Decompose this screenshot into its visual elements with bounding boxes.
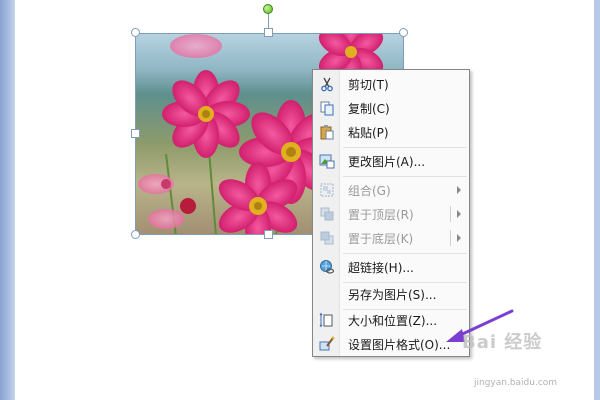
menu-separator <box>343 176 467 177</box>
menu-item-label: 大小和位置(Z)... <box>348 313 438 328</box>
submenu-arrow-icon <box>457 186 461 194</box>
menu-item-hyperlink[interactable]: 超链接(H)... <box>313 255 469 279</box>
menu-item-paste[interactable]: 粘贴(P) <box>313 120 469 144</box>
menu-item-label: 置于底层(K) <box>348 231 414 246</box>
menu-item-group[interactable]: 组合(G) <box>313 178 469 202</box>
document-left-margin <box>0 0 15 400</box>
menu-item-send-to-back[interactable]: 置于底层(K) <box>313 226 469 250</box>
format-picture-icon <box>313 332 340 356</box>
menu-item-bring-to-front[interactable]: 置于顶层(R) <box>313 202 469 226</box>
scissors-icon <box>313 72 340 96</box>
submenu-arrow-icon <box>457 234 461 242</box>
watermark-logo: Bai 经验 <box>462 332 543 353</box>
resize-handle-top[interactable] <box>264 28 273 37</box>
resize-handle-top-left[interactable] <box>131 28 140 37</box>
menu-item-cut[interactable]: 剪切(T) <box>313 72 469 96</box>
menu-item-label: 组合(G) <box>348 183 391 198</box>
menu-separator <box>343 253 467 254</box>
menu-item-label: 超链接(H)... <box>348 260 414 275</box>
menu-item-label: 置于顶层(R) <box>348 207 414 222</box>
copy-icon <box>313 96 340 120</box>
send-to-back-icon <box>313 226 340 250</box>
menu-item-label: 复制(C) <box>348 101 390 116</box>
watermark-url: jingyan.baidu.com <box>474 378 558 388</box>
split-divider <box>450 206 451 222</box>
split-divider <box>450 230 451 246</box>
resize-handle-left[interactable] <box>131 129 140 138</box>
menu-separator <box>343 147 467 148</box>
submenu-arrow-icon <box>457 210 461 218</box>
menu-item-save-as-picture[interactable]: 另存为图片(S)... <box>313 282 469 306</box>
rotate-handle[interactable] <box>263 4 273 14</box>
group-icon <box>313 178 340 202</box>
document-right-margin <box>594 0 600 400</box>
resize-handle-bottom[interactable] <box>264 230 273 239</box>
size-position-icon <box>313 308 340 332</box>
menu-item-label: 更改图片(A)... <box>348 154 426 169</box>
menu-item-change-picture[interactable]: 更改图片(A)... <box>313 149 469 173</box>
resize-handle-top-right[interactable] <box>399 28 408 37</box>
menu-item-label: 粘贴(P) <box>348 125 389 140</box>
menu-item-label: 另存为图片(S)... <box>348 287 437 302</box>
hyperlink-icon <box>313 255 340 279</box>
menu-item-label: 设置图片格式(O)... <box>348 337 451 352</box>
resize-handle-bottom-left[interactable] <box>131 230 140 239</box>
menu-item-copy[interactable]: 复制(C) <box>313 96 469 120</box>
paste-icon <box>313 120 340 144</box>
change-picture-icon <box>313 149 340 173</box>
menu-item-label: 剪切(T) <box>348 77 389 92</box>
bring-to-front-icon <box>313 202 340 226</box>
